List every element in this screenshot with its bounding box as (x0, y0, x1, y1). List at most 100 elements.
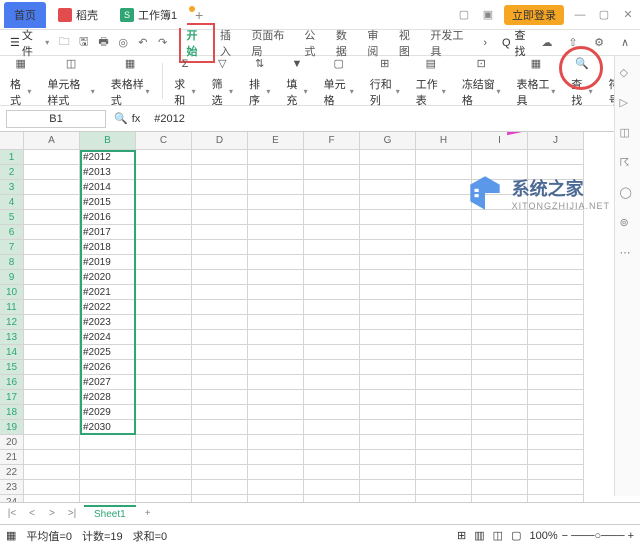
cell-A5[interactable] (24, 210, 80, 225)
cell-C16[interactable] (136, 375, 192, 390)
row-header-19[interactable]: 19 (0, 420, 24, 435)
ribbon-sheet[interactable]: ▤工作表▾ (412, 54, 450, 108)
col-header-C[interactable]: C (136, 132, 192, 150)
cell-A4[interactable] (24, 195, 80, 210)
row-header-3[interactable]: 3 (0, 180, 24, 195)
cell-B17[interactable]: #2028 (80, 390, 136, 405)
cell-G13[interactable] (360, 330, 416, 345)
view-normal-icon[interactable]: ⊞ (457, 529, 466, 542)
cell-D18[interactable] (192, 405, 248, 420)
cell-H6[interactable] (416, 225, 472, 240)
cell-E20[interactable] (248, 435, 304, 450)
cell-C10[interactable] (136, 285, 192, 300)
cell-F22[interactable] (304, 465, 360, 480)
cell-F19[interactable] (304, 420, 360, 435)
cell-F21[interactable] (304, 450, 360, 465)
cell-C22[interactable] (136, 465, 192, 480)
ribbon-find[interactable]: 🔍查找▾ (567, 54, 596, 108)
cell-I2[interactable] (472, 165, 528, 180)
ribbon-rowcol[interactable]: ⊞行和列▾ (366, 54, 404, 108)
cell-I16[interactable] (472, 375, 528, 390)
sheet-next[interactable]: > (44, 506, 60, 522)
cell-F1[interactable] (304, 150, 360, 165)
cell-D7[interactable] (192, 240, 248, 255)
cell-D23[interactable] (192, 480, 248, 495)
cell-B7[interactable]: #2018 (80, 240, 136, 255)
row-header-22[interactable]: 22 (0, 465, 24, 480)
cell-A12[interactable] (24, 315, 80, 330)
cell-G20[interactable] (360, 435, 416, 450)
cell-F9[interactable] (304, 270, 360, 285)
cell-F23[interactable] (304, 480, 360, 495)
ribbon-format[interactable]: ▦格式▾ (6, 54, 35, 108)
minimize-button[interactable]: — (572, 7, 588, 23)
cell-C8[interactable] (136, 255, 192, 270)
cell-E17[interactable] (248, 390, 304, 405)
cell-E2[interactable] (248, 165, 304, 180)
cell-E7[interactable] (248, 240, 304, 255)
cell-B1[interactable]: #2012 (80, 150, 136, 165)
cell-G23[interactable] (360, 480, 416, 495)
row-header-2[interactable]: 2 (0, 165, 24, 180)
spreadsheet-grid[interactable]: ABCDEFGHIJ1#20122#20133#20144#20155#2016… (0, 132, 640, 502)
cell-H1[interactable] (416, 150, 472, 165)
cell-G3[interactable] (360, 180, 416, 195)
cell-E1[interactable] (248, 150, 304, 165)
cell-H3[interactable] (416, 180, 472, 195)
cell-B23[interactable] (80, 480, 136, 495)
cell-I24[interactable] (472, 495, 528, 502)
row-header-17[interactable]: 17 (0, 390, 24, 405)
cell-D11[interactable] (192, 300, 248, 315)
cell-B14[interactable]: #2025 (80, 345, 136, 360)
cell-H5[interactable] (416, 210, 472, 225)
login-button[interactable]: 立即登录 (504, 5, 564, 25)
cell-G15[interactable] (360, 360, 416, 375)
ribbon-cellstyle[interactable]: ◫单元格样式▾ (43, 54, 98, 108)
menu-tab-more[interactable]: › (478, 35, 492, 51)
col-header-D[interactable]: D (192, 132, 248, 150)
row-header-11[interactable]: 11 (0, 300, 24, 315)
undo-icon[interactable]: ↶ (134, 34, 152, 52)
col-header-B[interactable]: B (80, 132, 136, 150)
cell-A13[interactable] (24, 330, 80, 345)
fx-icon[interactable]: fx (132, 113, 141, 125)
row-header-7[interactable]: 7 (0, 240, 24, 255)
cell-F14[interactable] (304, 345, 360, 360)
open-icon[interactable]: 🗀 (55, 34, 73, 52)
cell-J24[interactable] (528, 495, 584, 502)
cell-E21[interactable] (248, 450, 304, 465)
cell-I10[interactable] (472, 285, 528, 300)
cell-H12[interactable] (416, 315, 472, 330)
cell-J22[interactable] (528, 465, 584, 480)
collapse-icon[interactable]: ∧ (616, 34, 634, 52)
cell-F15[interactable] (304, 360, 360, 375)
cell-A21[interactable] (24, 450, 80, 465)
cell-B12[interactable]: #2023 (80, 315, 136, 330)
cell-C1[interactable] (136, 150, 192, 165)
cell-J9[interactable] (528, 270, 584, 285)
col-header-I[interactable]: I (472, 132, 528, 150)
side-prop-icon[interactable]: ☈ (620, 156, 636, 172)
cell-I9[interactable] (472, 270, 528, 285)
cell-F7[interactable] (304, 240, 360, 255)
cell-H10[interactable] (416, 285, 472, 300)
cell-B9[interactable]: #2020 (80, 270, 136, 285)
cell-E9[interactable] (248, 270, 304, 285)
cell-F16[interactable] (304, 375, 360, 390)
cell-A3[interactable] (24, 180, 80, 195)
cell-I20[interactable] (472, 435, 528, 450)
cell-B8[interactable]: #2019 (80, 255, 136, 270)
cell-F13[interactable] (304, 330, 360, 345)
cell-B13[interactable]: #2024 (80, 330, 136, 345)
cell-G11[interactable] (360, 300, 416, 315)
cell-A1[interactable] (24, 150, 80, 165)
ribbon-filter[interactable]: ▽筛选▾ (208, 54, 237, 108)
cell-D2[interactable] (192, 165, 248, 180)
cell-E3[interactable] (248, 180, 304, 195)
cell-H23[interactable] (416, 480, 472, 495)
row-header-10[interactable]: 10 (0, 285, 24, 300)
cell-C7[interactable] (136, 240, 192, 255)
sheet-last[interactable]: >| (64, 506, 80, 522)
col-header-G[interactable]: G (360, 132, 416, 150)
cell-D8[interactable] (192, 255, 248, 270)
